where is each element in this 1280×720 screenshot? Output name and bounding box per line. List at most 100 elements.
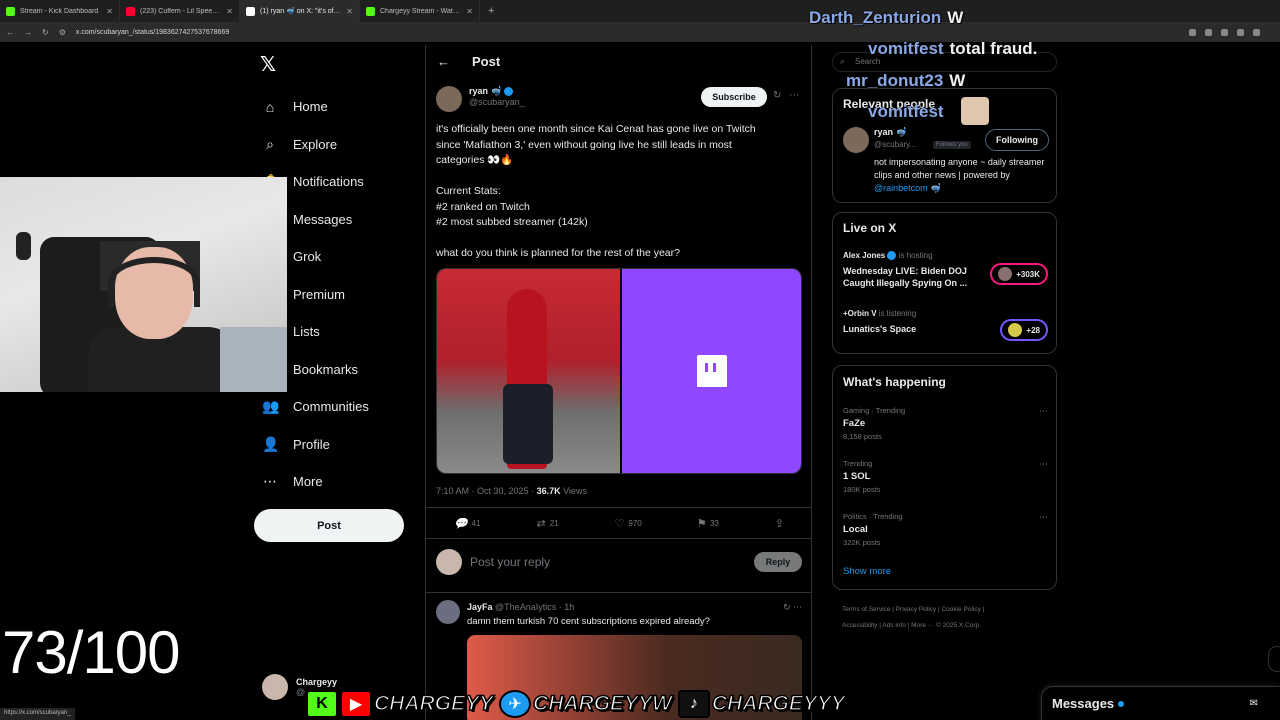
trend-title: Local: [843, 524, 868, 535]
share-action[interactable]: ⇪: [775, 517, 784, 530]
show-more-link[interactable]: Show more: [843, 566, 891, 577]
post-actions: 💬 41 ⇄ 21 ♡ 970 ⚑ 33 ⇪: [426, 507, 812, 539]
browser-tab-youtube[interactable]: (223) Cuffem - Lil Speed (Offici ✕: [120, 0, 240, 22]
headphones-shape: [108, 257, 200, 307]
avatar[interactable]: [843, 127, 869, 153]
nav-item-explore[interactable]: ⌕ Explore: [262, 126, 369, 164]
section-title: Live on X: [843, 221, 897, 235]
social-handles-bar: K ▶ CHARGEYY ✈ CHARGEYYW ♪ CHARGEYYY: [306, 688, 849, 720]
extension-icon[interactable]: [1205, 28, 1212, 36]
chat-message: vomitfest total fraud.: [868, 39, 1037, 59]
nav-label: Home: [293, 99, 328, 115]
cap-shape: [16, 232, 31, 260]
person-name[interactable]: ryan 🤿: [874, 127, 907, 138]
post-media[interactable]: [436, 268, 802, 474]
reply-input[interactable]: Post your reply: [470, 555, 746, 569]
live-title: Lunatics's Space: [843, 324, 917, 334]
bookmark-count: 33: [709, 518, 719, 528]
compose-message-icon[interactable]: ✉: [1250, 698, 1258, 709]
more-options-icon[interactable]: ⋯: [789, 90, 799, 101]
chat-message: vomitfest: [868, 102, 950, 122]
search-icon: ⌕: [266, 135, 274, 152]
more-options-icon[interactable]: ⋯: [1039, 406, 1048, 417]
post-author[interactable]: ryan 🤿 @scubaryan_: [436, 86, 525, 112]
trend-item[interactable]: Gaming · Trending FaZe 8,158 posts ⋯: [843, 406, 1048, 441]
trend-item[interactable]: Politics · Trending Local 322K posts ⋯: [843, 512, 1048, 547]
avatar[interactable]: [436, 600, 460, 624]
x-logo-icon[interactable]: 𝕏: [260, 52, 276, 77]
webcam-overlay: [0, 177, 287, 392]
browser-tab-x[interactable]: (1) ryan 🤿 on X: "it's officially ✕: [240, 0, 360, 22]
extension-icon[interactable]: [1189, 28, 1196, 36]
trend-title: FaZe: [843, 418, 866, 429]
person-handle: @scubary...: [874, 140, 917, 149]
close-icon[interactable]: ✕: [226, 7, 233, 16]
live-title: Wednesday LIVE: Biden DOJ Caught Illegal…: [843, 266, 968, 289]
footer-line[interactable]: Accessibility | Ads info | More ··· © 20…: [842, 618, 1052, 634]
live-host: +Orbin V: [843, 309, 877, 318]
live-item[interactable]: +Orbin V is listening Lunatics's Space +…: [843, 309, 1048, 341]
more-options-icon[interactable]: ⋯: [1039, 459, 1048, 470]
x-favicon-icon: [246, 6, 255, 16]
post-photo[interactable]: [437, 269, 620, 473]
chat-text: W: [949, 71, 966, 90]
more-options-icon[interactable]: ⋯: [1039, 512, 1048, 523]
bio-link[interactable]: @rainbetcom 🤿: [874, 183, 941, 193]
browser-tab-kick[interactable]: Stream - Kick Dashboard ✕: [0, 0, 120, 22]
nav-item-communities[interactable]: 👥 Communities: [262, 388, 369, 426]
youtube-favicon-icon: [126, 6, 135, 16]
trend-posts: 322K posts: [843, 538, 881, 547]
nav-item-more[interactable]: ⋯ More: [262, 463, 369, 501]
tiktok-handle: CHARGEYYY: [711, 691, 846, 716]
tab-title: Chargeyy Stream - Watch Live: [380, 7, 461, 15]
extension-icon[interactable]: [1253, 28, 1260, 36]
following-button[interactable]: Following: [985, 129, 1049, 151]
post-line: #2 ranked on Twitch: [436, 200, 530, 213]
heart-icon: ♡: [614, 517, 625, 530]
chat-text: total fraud.: [949, 39, 1038, 58]
post-line: [436, 231, 796, 247]
close-icon[interactable]: ✕: [466, 7, 473, 16]
post-time: 7:10 AM · Oct 30, 2025 ·: [436, 486, 537, 496]
back-icon[interactable]: ←: [6, 28, 14, 37]
post-button[interactable]: Post: [254, 509, 404, 542]
forward-icon[interactable]: →: [24, 28, 32, 37]
live-item[interactable]: Alex Jones is hosting Wednesday LIVE: Bi…: [843, 251, 1048, 289]
profile-icon: 👤: [262, 435, 280, 452]
close-icon[interactable]: ✕: [106, 7, 113, 16]
post-line: it's officially been one month since Kai…: [436, 123, 756, 135]
repost-action[interactable]: ⇄ 21: [536, 517, 558, 530]
reply-action[interactable]: 💬 41: [454, 517, 481, 530]
avatar[interactable]: [436, 86, 462, 112]
new-tab-button[interactable]: +: [488, 5, 494, 17]
goal-counter: 73/100: [2, 619, 181, 686]
url-field[interactable]: x.com/scubaryan_/status/1983627427537678…: [76, 29, 1179, 36]
reload-icon[interactable]: ↻: [42, 28, 49, 37]
site-info-icon[interactable]: ⚙: [59, 28, 66, 37]
back-arrow-icon[interactable]: ←: [437, 54, 450, 69]
author-name: ryan 🤿: [469, 86, 502, 96]
nav-label: Bookmarks: [293, 361, 359, 377]
extension-icon[interactable]: [1237, 28, 1244, 36]
like-action[interactable]: ♡ 970: [615, 517, 642, 530]
extension-icon[interactable]: [1221, 28, 1228, 36]
home-icon: ⌂: [265, 98, 275, 115]
live-host: Alex Jones: [843, 251, 886, 260]
browser-tab-bar: Stream - Kick Dashboard ✕ (223) Cuffem -…: [0, 0, 1280, 22]
post-photo-twitch[interactable]: [622, 269, 801, 473]
trend-item[interactable]: Trending 1 SOL 180K posts ⋯: [843, 459, 1048, 494]
kick-handle: CHARGEYY: [373, 691, 494, 716]
reply-more-icon[interactable]: ↻ ⋯: [783, 602, 802, 613]
footer-line[interactable]: Terms of Service | Privacy Policy | Cook…: [842, 602, 1052, 618]
subscribe-button[interactable]: Subscribe: [701, 87, 767, 107]
reply-button[interactable]: Reply: [754, 552, 802, 572]
messages-drawer[interactable]: Messages ✉: [1041, 686, 1280, 720]
bookmark-action[interactable]: ⚑ 33: [698, 517, 719, 530]
nav-label: Profile: [293, 436, 330, 452]
grok-icon[interactable]: ↻: [773, 90, 781, 101]
nav-item-home[interactable]: ⌂ Home: [262, 88, 369, 126]
close-icon[interactable]: ✕: [346, 7, 353, 16]
grok-float-button[interactable]: [1268, 646, 1280, 672]
nav-item-profile[interactable]: 👤 Profile: [262, 426, 369, 464]
browser-tab-chargeyy[interactable]: Chargeyy Stream - Watch Live ✕: [360, 0, 480, 22]
